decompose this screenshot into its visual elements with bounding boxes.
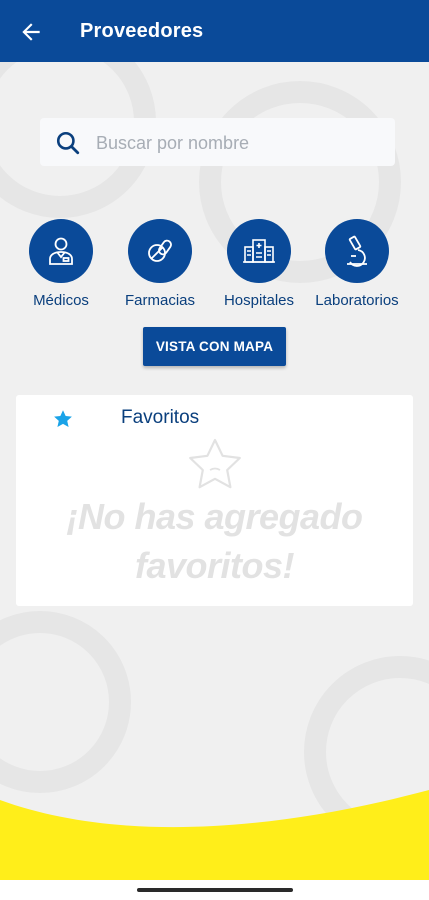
home-indicator[interactable] <box>137 888 293 892</box>
pills-icon <box>148 239 172 262</box>
category-farmacias[interactable]: Farmacias <box>110 219 210 309</box>
search-input[interactable] <box>94 118 388 168</box>
category-hospitales[interactable]: Hospitales <box>209 219 309 309</box>
doctor-icon <box>49 237 73 265</box>
category-label: Hospitales <box>223 292 295 309</box>
category-laboratorios[interactable]: Laboratorios <box>307 219 407 309</box>
category-label: Médicos <box>33 292 89 309</box>
empty-favorites-message: ¡No has agregado favoritos! <box>16 493 413 590</box>
star-icon <box>54 410 72 427</box>
empty-message-line2: favoritos! <box>134 544 295 586</box>
category-circle <box>29 219 93 283</box>
favorites-card: Favoritos ¡No has agregado favoritos! <box>16 395 413 606</box>
category-circle <box>227 219 291 283</box>
category-circle <box>128 219 192 283</box>
empty-star-icon <box>189 438 241 489</box>
category-label: Farmacias <box>124 292 195 309</box>
arrow-left-icon[interactable] <box>18 19 44 45</box>
app-bar: Proveedores <box>0 0 429 62</box>
category-medicos[interactable]: Médicos <box>11 219 111 309</box>
microscope-icon <box>347 235 367 267</box>
empty-message-line1: ¡No has agregado <box>66 496 363 537</box>
search-icon <box>56 131 80 155</box>
hospital-icon <box>243 239 275 263</box>
page-title: Proveedores <box>80 20 204 42</box>
search-bar[interactable] <box>40 118 395 168</box>
favorites-title: Favoritos <box>121 407 200 428</box>
map-view-button[interactable]: VISTA CON MAPA <box>143 327 286 366</box>
bottom-wave <box>0 790 429 885</box>
category-circle <box>325 219 389 283</box>
category-label: Laboratorios <box>315 292 399 309</box>
